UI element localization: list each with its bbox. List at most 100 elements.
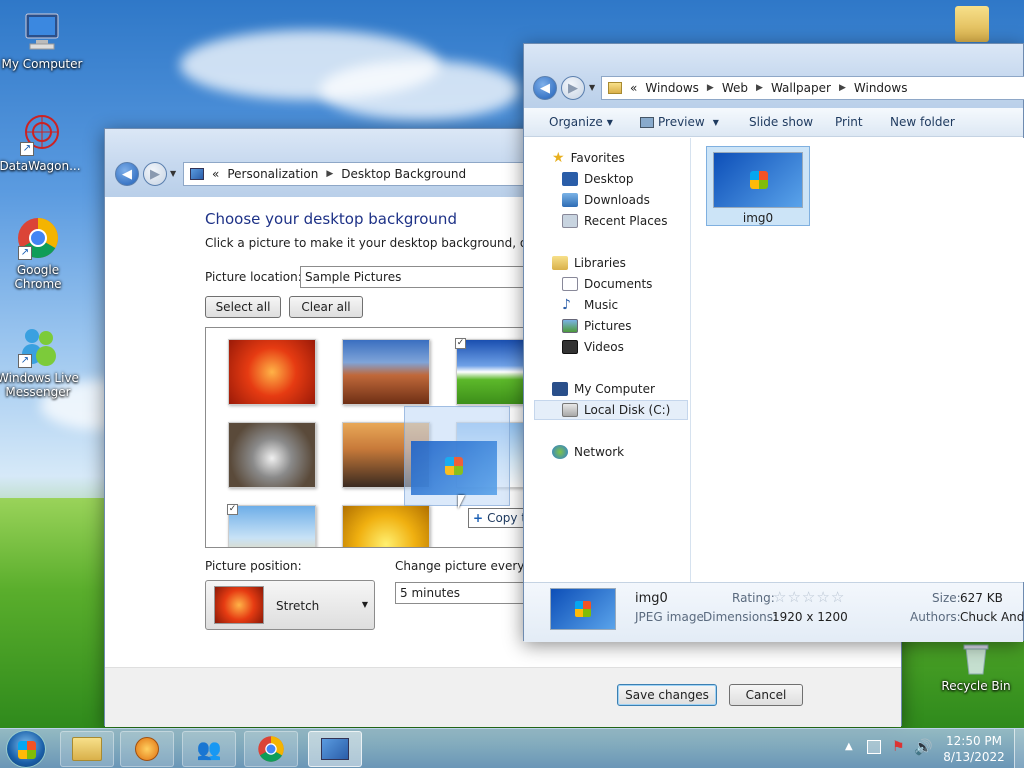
start-button[interactable] xyxy=(6,730,46,768)
nav-my-computer[interactable]: My Computer xyxy=(552,379,655,399)
breadcrumb-personalization[interactable]: Personalization xyxy=(227,167,318,181)
forward-button[interactable]: ▶ xyxy=(143,162,167,186)
cursor-icon xyxy=(458,495,465,509)
star-icon[interactable]: ☆ xyxy=(802,588,816,606)
organize-menu[interactable]: Organize ▼ xyxy=(549,108,613,136)
taskbar-messenger[interactable]: 👥 xyxy=(182,731,236,767)
recent-pages-dropdown-icon[interactable]: ▼ xyxy=(589,83,595,92)
nav-label: Desktop xyxy=(584,172,634,186)
videos-icon xyxy=(562,340,578,354)
arrow-left-icon: ◀ xyxy=(122,166,132,182)
nav-local-disk[interactable]: Local Disk (C:) xyxy=(534,400,688,420)
thumbnail-checkbox[interactable]: ✓ xyxy=(227,504,238,515)
clock[interactable]: 12:50 PM 8/13/2022 xyxy=(938,733,1010,765)
nav-label: Recent Places xyxy=(584,214,668,228)
pictures-icon xyxy=(562,319,578,333)
forward-button[interactable]: ▶ xyxy=(561,76,585,100)
nav-pictures[interactable]: Pictures xyxy=(562,316,632,336)
breadcrumb-windows[interactable]: Windows xyxy=(645,81,699,95)
thumbnail-desert[interactable] xyxy=(342,339,430,405)
breadcrumb-overflow[interactable]: « xyxy=(630,81,637,95)
desktop-icon-label: Recycle Bin xyxy=(941,679,1011,693)
nav-videos[interactable]: Videos xyxy=(562,337,624,357)
nav-desktop[interactable]: Desktop xyxy=(562,169,634,189)
show-desktop-button[interactable] xyxy=(1014,729,1024,768)
thumbnail-checkbox[interactable]: ✓ xyxy=(455,338,466,349)
windows-logo-icon xyxy=(750,171,768,189)
chevron-down-icon: ▼ xyxy=(712,117,719,127)
control-panel-icon xyxy=(321,738,349,760)
clock-time: 12:50 PM xyxy=(946,734,1002,748)
taskbar-chrome[interactable] xyxy=(244,731,298,767)
taskbar-explorer[interactable] xyxy=(60,731,114,767)
breadcrumb-windows-folder[interactable]: Windows xyxy=(854,81,908,95)
taskbar-control-panel[interactable] xyxy=(308,731,362,767)
picture-position-select[interactable]: Stretch ▼ xyxy=(205,580,375,630)
page-title: Choose your desktop background xyxy=(205,210,457,228)
nav-recent-places[interactable]: Recent Places xyxy=(562,211,667,231)
arrow-right-icon: ▶ xyxy=(568,80,578,96)
print-button[interactable]: Print xyxy=(835,108,863,136)
messenger-icon: 👥 xyxy=(196,737,222,761)
slideshow-button[interactable]: Slide show xyxy=(749,108,813,136)
nav-music[interactable]: ♪ Music xyxy=(562,295,618,315)
back-button[interactable]: ◀ xyxy=(533,76,557,100)
show-hidden-icons-icon[interactable]: ▲ xyxy=(845,741,853,752)
volume-icon[interactable]: 🔊 xyxy=(914,738,933,756)
network-tray-icon[interactable] xyxy=(867,740,881,754)
cancel-button[interactable]: Cancel xyxy=(729,684,803,706)
star-icon[interactable]: ☆ xyxy=(787,588,801,606)
chevron-down-icon: ▼ xyxy=(361,600,368,609)
desktop-icon-label: DataWagon... xyxy=(0,159,81,173)
control-panel-icon xyxy=(190,168,204,180)
taskbar: 👥 ▲ ⚑ 🔊 12:50 PM 8/13/2022 xyxy=(0,728,1024,768)
action-center-icon[interactable]: ⚑ xyxy=(892,739,905,755)
desktop-icon-recycle-bin[interactable]: Recycle Bin xyxy=(934,640,1018,693)
star-icon[interactable]: ☆ xyxy=(831,588,845,606)
thumbnail-tulips[interactable] xyxy=(342,505,430,547)
breadcrumb-separator-icon[interactable]: ▶ xyxy=(839,83,846,93)
desktop-icon-datawagon[interactable]: ↗ DataWagon... xyxy=(0,112,82,173)
select-all-button[interactable]: Select all xyxy=(205,296,281,318)
recent-pages-dropdown-icon[interactable]: ▼ xyxy=(170,169,176,178)
chrome-icon xyxy=(258,736,284,762)
breadcrumb-separator-icon[interactable]: ▶ xyxy=(326,169,333,179)
nav-libraries[interactable]: Libraries xyxy=(552,253,626,273)
breadcrumb-separator-icon[interactable]: ▶ xyxy=(756,83,763,93)
star-icon[interactable]: ☆ xyxy=(816,588,830,606)
new-folder-button[interactable]: New folder xyxy=(890,108,955,136)
address-bar[interactable]: « Windows ▶ Web ▶ Wallpaper ▶ Windows xyxy=(601,76,1024,100)
preview-menu[interactable]: Preview ▼ xyxy=(640,108,719,136)
messenger-icon: ↗ xyxy=(16,324,60,368)
thumbnail-beach[interactable]: ✓ xyxy=(227,504,316,547)
taskbar-media-player[interactable] xyxy=(120,731,174,767)
desktop-icon-my-computer[interactable]: My Computer xyxy=(0,10,84,71)
breadcrumb-web[interactable]: Web xyxy=(722,81,748,95)
breadcrumb-separator-icon[interactable]: ▶ xyxy=(707,83,714,93)
star-icon[interactable]: ☆ xyxy=(773,588,787,606)
rating-stars[interactable]: ☆☆☆☆☆ xyxy=(773,588,845,606)
nav-network[interactable]: Network xyxy=(552,442,624,462)
desktop-icon-chrome[interactable]: ↗ Google Chrome xyxy=(0,216,80,291)
breadcrumb-desktop-background[interactable]: Desktop Background xyxy=(341,167,466,181)
file-item-img0[interactable]: img0 xyxy=(706,146,810,226)
nav-favorites[interactable]: ★ Favorites xyxy=(552,148,625,168)
save-changes-button[interactable]: Save changes xyxy=(617,684,717,706)
nav-label: Network xyxy=(574,445,625,459)
thumbnail-flower[interactable] xyxy=(228,339,316,405)
back-button[interactable]: ◀ xyxy=(115,162,139,186)
size-label: Size: xyxy=(932,591,961,605)
nav-documents[interactable]: Documents xyxy=(562,274,652,294)
nav-downloads[interactable]: Downloads xyxy=(562,190,650,210)
dimensions-label: Dimensions: xyxy=(703,610,778,624)
clear-all-button[interactable]: Clear all xyxy=(289,296,363,318)
breadcrumb-wallpaper[interactable]: Wallpaper xyxy=(771,81,831,95)
folder-icon[interactable] xyxy=(955,6,989,42)
desktop-icon-messenger[interactable]: ↗ Windows Live Messenger xyxy=(0,324,80,399)
picture-location-label: Picture location: xyxy=(205,270,302,284)
computer-icon xyxy=(20,10,64,54)
preview-icon xyxy=(640,116,654,128)
network-icon xyxy=(552,445,568,459)
thumbnail-koala[interactable] xyxy=(228,422,316,488)
breadcrumb-overflow[interactable]: « xyxy=(212,167,219,181)
